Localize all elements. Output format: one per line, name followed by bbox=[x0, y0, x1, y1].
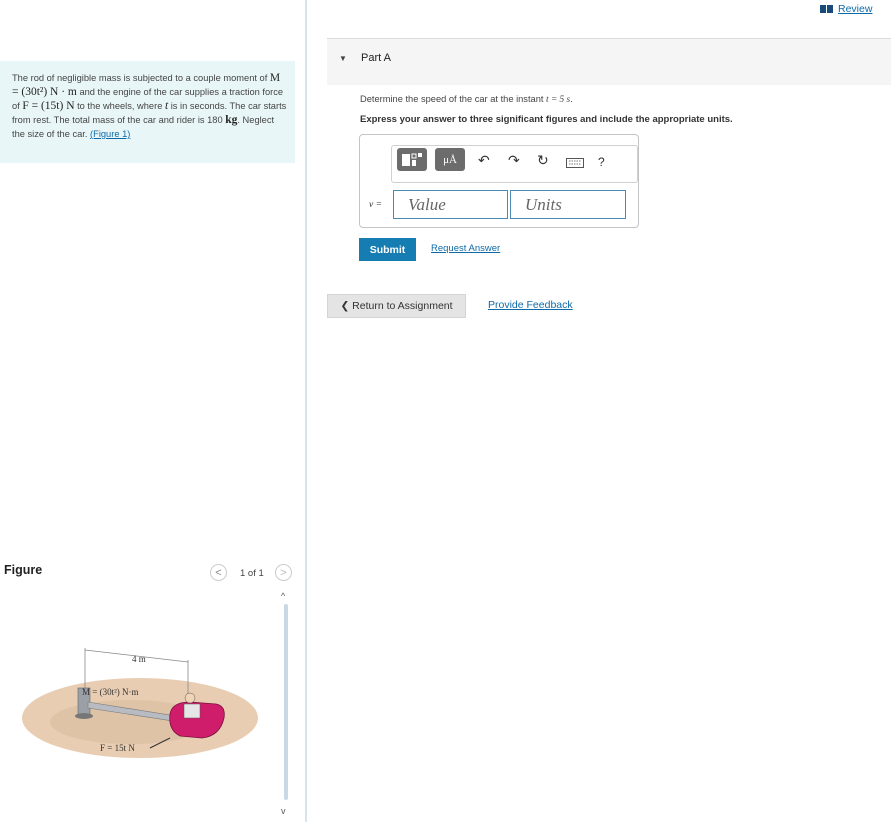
review-icon bbox=[820, 5, 833, 13]
scroll-down-arrow[interactable]: v bbox=[281, 806, 286, 816]
figure-pager-count: 1 of 1 bbox=[240, 568, 264, 579]
length-label: 4 m bbox=[132, 654, 146, 664]
problem-text-part: The rod of negligible mass is subjected … bbox=[12, 73, 270, 83]
redo-icon[interactable]: ↷ bbox=[508, 152, 520, 169]
figure-prev-button[interactable]: < bbox=[210, 564, 227, 581]
figure-scrollbar[interactable] bbox=[284, 604, 288, 800]
part-a-title[interactable]: Part A bbox=[361, 52, 391, 64]
templates-button[interactable] bbox=[397, 148, 427, 171]
problem-text-part: to the wheels, where bbox=[74, 101, 165, 111]
units-input[interactable]: Units bbox=[510, 190, 626, 219]
request-answer-link[interactable]: Request Answer bbox=[431, 243, 500, 254]
provide-feedback-link[interactable]: Provide Feedback bbox=[488, 299, 573, 311]
templates-icon bbox=[402, 153, 422, 166]
answer-instruction: Express your answer to three significant… bbox=[360, 114, 733, 125]
reset-icon[interactable]: ↻ bbox=[537, 152, 549, 169]
question-text: Determine the speed of the car at the in… bbox=[360, 94, 573, 105]
variable-label: v = bbox=[369, 200, 383, 210]
collapse-caret-icon[interactable]: ▼ bbox=[339, 54, 347, 63]
submit-button[interactable]: Submit bbox=[359, 238, 416, 261]
mass-unit: kg bbox=[225, 114, 238, 126]
scroll-up-arrow[interactable]: ^ bbox=[281, 591, 285, 601]
rider-head bbox=[184, 692, 196, 704]
part-a-header[interactable] bbox=[327, 39, 891, 85]
rider bbox=[183, 703, 201, 719]
moment-label: M = (30t²) N·m bbox=[82, 687, 139, 697]
figure-image: 4 m M = (30t²) N·m F = 15t N bbox=[22, 648, 258, 758]
keyboard-icon[interactable] bbox=[566, 158, 584, 168]
force-label: F = 15t N bbox=[100, 743, 135, 753]
help-icon[interactable]: ? bbox=[598, 155, 605, 169]
question-text-part: Determine the speed of the car at the in… bbox=[360, 94, 547, 104]
force-equation: F = (15t) N bbox=[22, 100, 75, 112]
symbols-button[interactable]: μÅ bbox=[435, 148, 465, 171]
problem-statement-text: The rod of negligible mass is subjected … bbox=[12, 71, 289, 141]
value-input[interactable]: Value bbox=[393, 190, 508, 219]
review-link[interactable]: Review bbox=[838, 3, 872, 15]
figure-next-button[interactable]: > bbox=[275, 564, 292, 581]
question-equation: t = 5 s bbox=[546, 95, 571, 105]
question-text-part: . bbox=[570, 94, 573, 104]
figure-link[interactable]: (Figure 1) bbox=[90, 129, 130, 139]
pivot-base bbox=[75, 713, 93, 719]
undo-icon[interactable]: ↶ bbox=[478, 152, 490, 169]
return-to-assignment-button[interactable]: ❮ Return to Assignment bbox=[327, 294, 466, 318]
figure-title: Figure bbox=[4, 563, 43, 577]
column-divider bbox=[305, 0, 307, 822]
